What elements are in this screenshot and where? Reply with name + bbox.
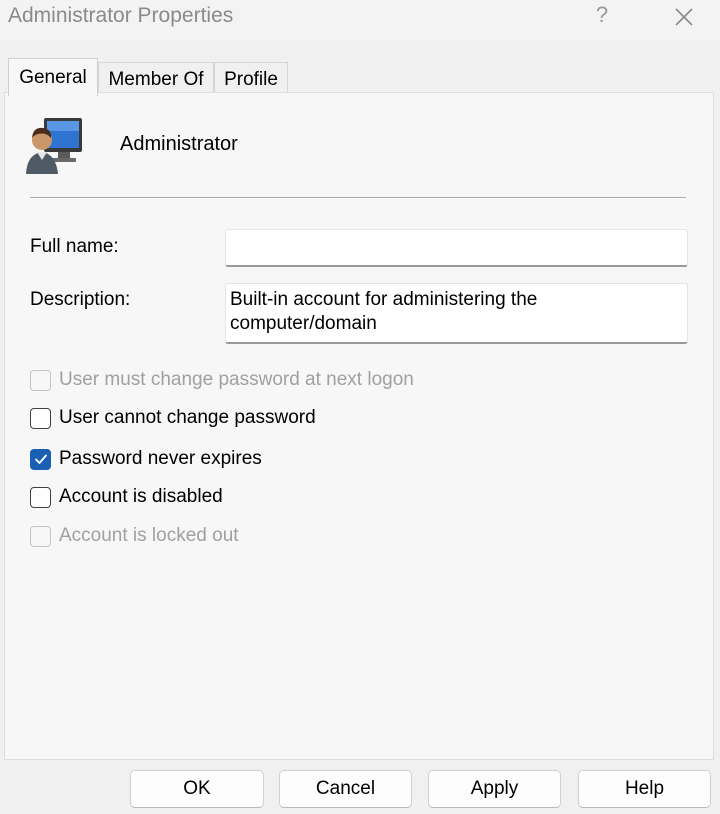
description-label: Description: <box>30 289 131 310</box>
tab-profile[interactable]: Profile <box>214 62 288 96</box>
tab-member-of[interactable]: Member Of <box>98 62 214 96</box>
checkbox-must-change-password[interactable]: User must change password at next logon <box>30 368 414 392</box>
user-account-icon <box>26 118 82 174</box>
checkbox-box[interactable] <box>30 448 51 470</box>
checkbox-box[interactable] <box>30 369 51 391</box>
window-title: Administrator Properties <box>8 4 234 27</box>
checkbox-password-never-expires[interactable]: Password never expires <box>30 447 262 471</box>
apply-button[interactable]: Apply <box>428 770 561 808</box>
cancel-button[interactable]: Cancel <box>279 770 412 808</box>
close-button[interactable] <box>664 0 704 34</box>
title-bar: Administrator Properties ? <box>0 0 720 40</box>
tab-label: General <box>19 66 87 88</box>
checkbox-label: Password never expires <box>59 448 262 469</box>
ok-button[interactable]: OK <box>130 770 264 808</box>
checkbox-box[interactable] <box>30 525 51 547</box>
close-icon <box>675 8 693 26</box>
checkbox-label: User must change password at next logon <box>59 369 414 390</box>
separator <box>30 197 686 199</box>
checkbox-label: User cannot change password <box>59 407 316 428</box>
checkbox-label: Account is disabled <box>59 486 223 507</box>
tab-strip: General Member Of Profile <box>0 40 720 96</box>
checkmark-icon <box>34 454 47 464</box>
help-icon[interactable]: ? <box>592 2 612 28</box>
help-button[interactable]: Help <box>578 770 711 808</box>
checkbox-box[interactable] <box>30 486 51 508</box>
tab-label: Member Of <box>108 68 204 90</box>
full-name-field[interactable] <box>225 229 688 267</box>
checkbox-account-disabled[interactable]: Account is disabled <box>30 485 223 509</box>
tab-label: Profile <box>224 68 278 90</box>
checkbox-cannot-change-password[interactable]: User cannot change password <box>30 406 316 430</box>
checkbox-label: Account is locked out <box>59 525 239 546</box>
full-name-label: Full name: <box>30 236 119 257</box>
checkbox-account-locked-out[interactable]: Account is locked out <box>30 524 239 548</box>
user-name: Administrator <box>120 133 238 155</box>
description-field[interactable]: Built-in account for administering the c… <box>225 283 688 344</box>
checkbox-box[interactable] <box>30 407 51 429</box>
tab-general[interactable]: General <box>8 58 98 96</box>
